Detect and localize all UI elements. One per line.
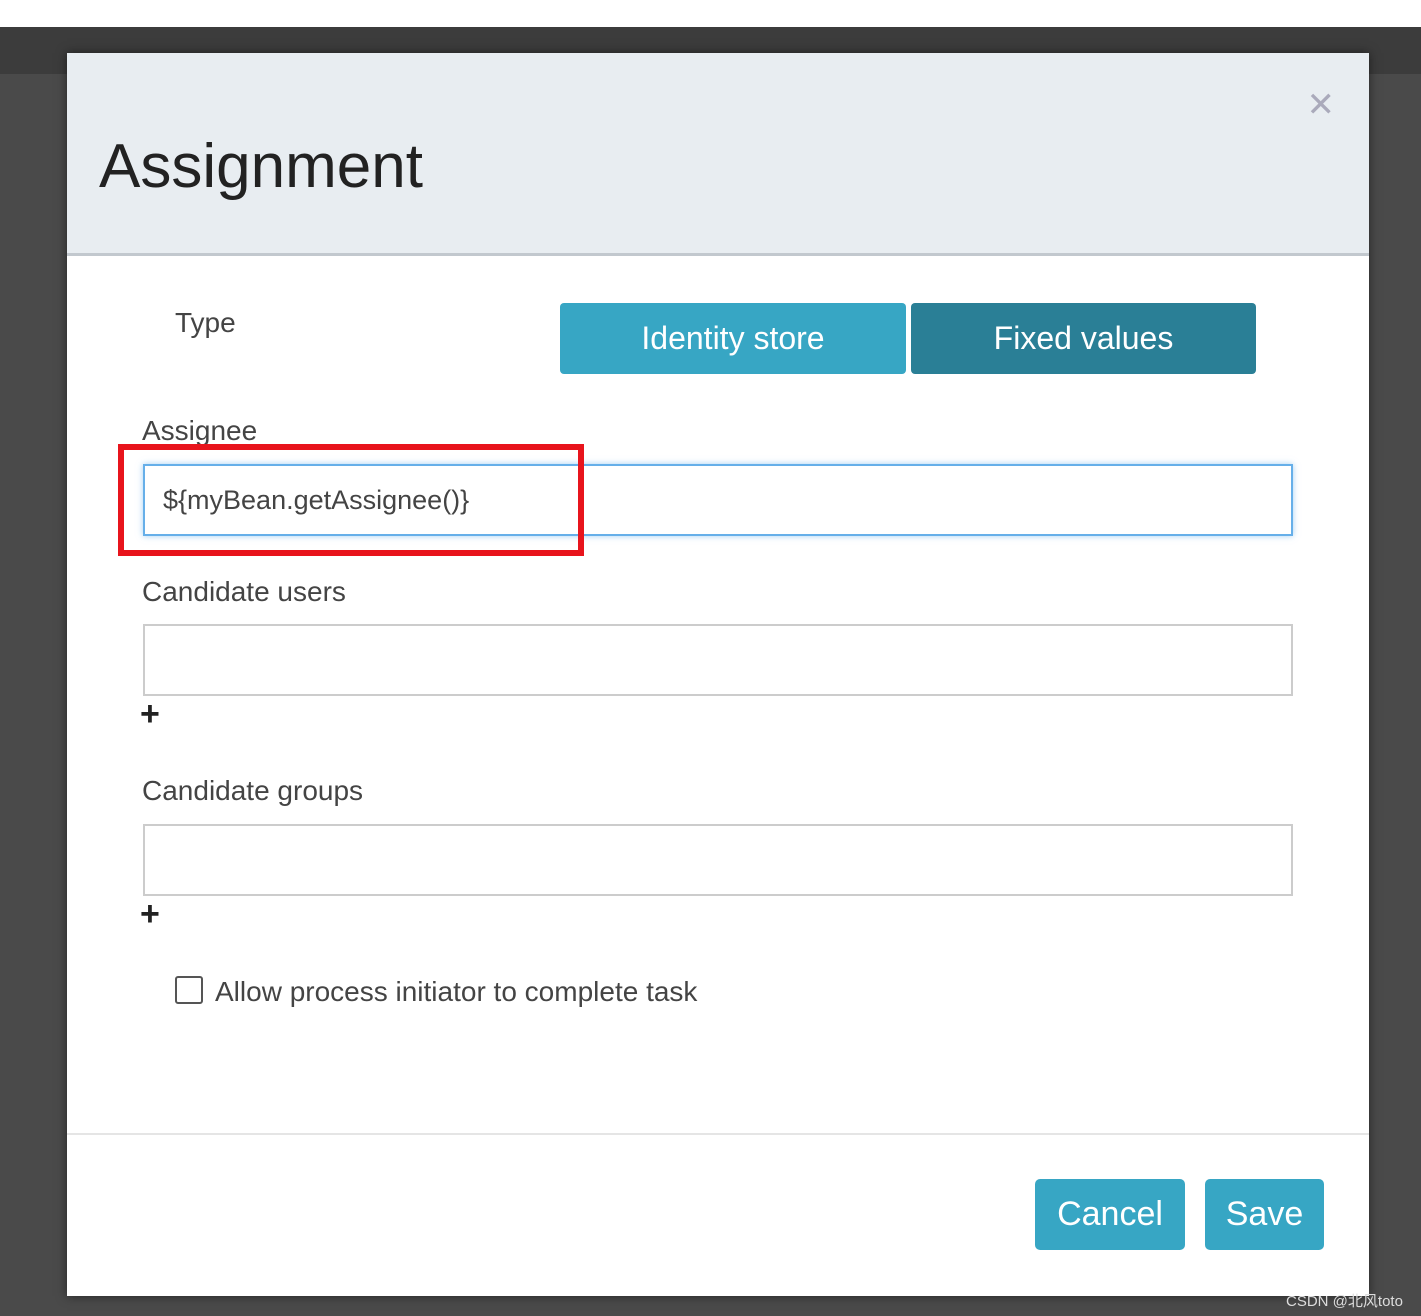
cancel-button[interactable]: Cancel — [1035, 1179, 1185, 1250]
candidate-groups-label: Candidate groups — [142, 775, 364, 806]
highlight-box — [118, 444, 584, 556]
candidate-users-input[interactable] — [143, 624, 1293, 696]
dialog-header: Assignment ✕ — [67, 53, 1369, 256]
candidate-groups-input[interactable] — [143, 824, 1293, 896]
watermark: CSDN @北风toto — [1286, 1293, 1403, 1310]
add-candidate-user-plus-icon[interactable]: + — [140, 695, 160, 734]
allow-initiator-checkbox[interactable] — [175, 976, 203, 1004]
identity-store-button[interactable]: Identity store — [560, 303, 906, 374]
save-button[interactable]: Save — [1205, 1179, 1324, 1250]
assignee-label: Assignee — [142, 415, 258, 446]
type-label: Type — [175, 307, 236, 338]
close-icon[interactable]: ✕ — [1307, 85, 1336, 125]
allow-initiator-label[interactable]: Allow process initiator to complete task — [215, 976, 697, 1008]
assignment-dialog: Assignment ✕ Type Identity store Fixed v… — [67, 53, 1369, 1296]
candidate-users-label: Candidate users — [142, 576, 346, 607]
add-candidate-group-plus-icon[interactable]: + — [140, 895, 160, 934]
footer-divider — [67, 1133, 1369, 1135]
fixed-values-button[interactable]: Fixed values — [911, 303, 1256, 374]
dialog-title: Assignment — [99, 132, 423, 201]
